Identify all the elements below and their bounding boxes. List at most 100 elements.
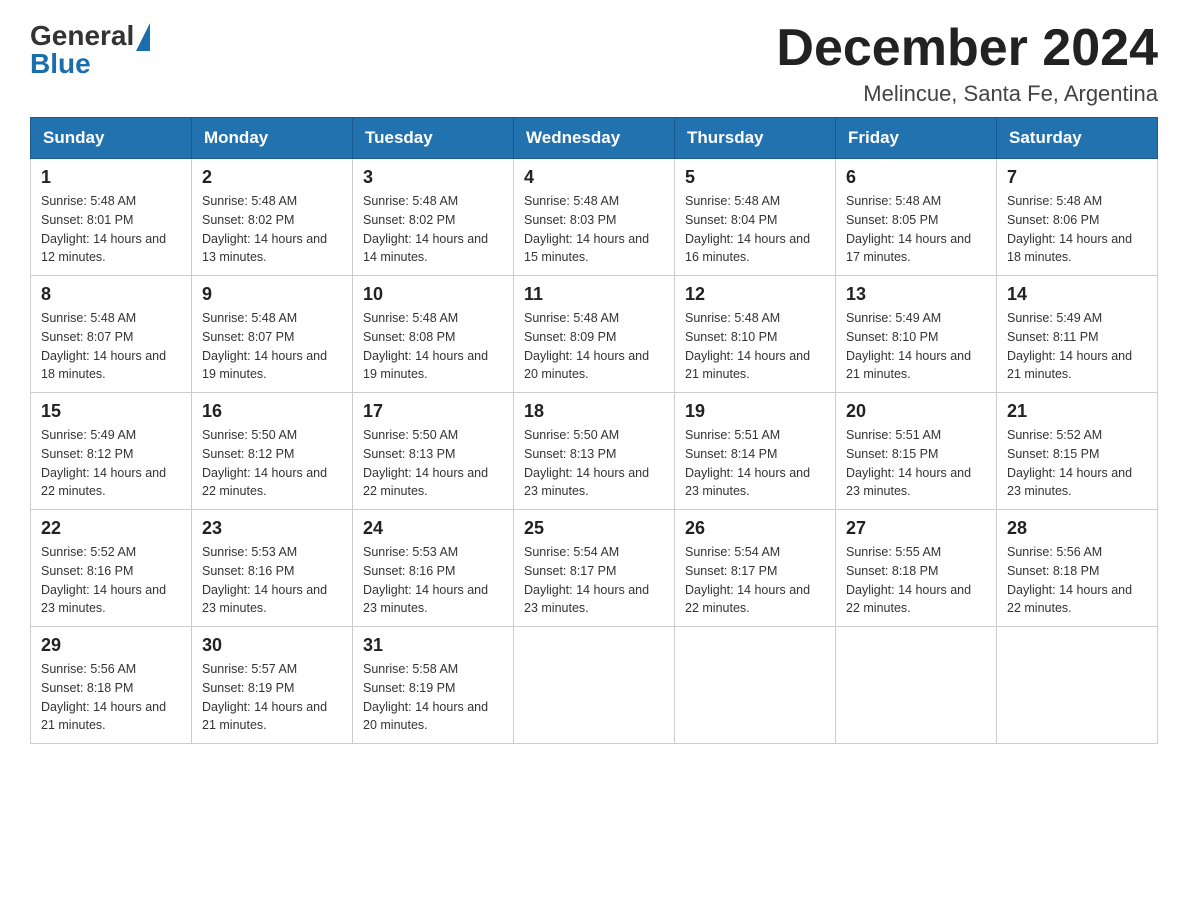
- day-number: 19: [685, 401, 825, 422]
- day-info: Sunrise: 5:48 AMSunset: 8:04 PMDaylight:…: [685, 192, 825, 267]
- day-number: 27: [846, 518, 986, 539]
- day-info: Sunrise: 5:49 AMSunset: 8:12 PMDaylight:…: [41, 426, 181, 501]
- day-number: 25: [524, 518, 664, 539]
- day-number: 15: [41, 401, 181, 422]
- day-info: Sunrise: 5:54 AMSunset: 8:17 PMDaylight:…: [524, 543, 664, 618]
- day-number: 28: [1007, 518, 1147, 539]
- day-info: Sunrise: 5:52 AMSunset: 8:15 PMDaylight:…: [1007, 426, 1147, 501]
- calendar-cell: [675, 627, 836, 744]
- day-info: Sunrise: 5:52 AMSunset: 8:16 PMDaylight:…: [41, 543, 181, 618]
- column-header-saturday: Saturday: [997, 118, 1158, 159]
- day-number: 17: [363, 401, 503, 422]
- day-info: Sunrise: 5:48 AMSunset: 8:02 PMDaylight:…: [202, 192, 342, 267]
- day-info: Sunrise: 5:53 AMSunset: 8:16 PMDaylight:…: [202, 543, 342, 618]
- day-info: Sunrise: 5:56 AMSunset: 8:18 PMDaylight:…: [41, 660, 181, 735]
- calendar-cell: 23Sunrise: 5:53 AMSunset: 8:16 PMDayligh…: [192, 510, 353, 627]
- day-number: 16: [202, 401, 342, 422]
- day-info: Sunrise: 5:49 AMSunset: 8:11 PMDaylight:…: [1007, 309, 1147, 384]
- day-info: Sunrise: 5:55 AMSunset: 8:18 PMDaylight:…: [846, 543, 986, 618]
- day-number: 24: [363, 518, 503, 539]
- calendar-cell: 25 Sunrise: 5:54 AMSunset: 8:17 PMDayligh…: [514, 510, 675, 627]
- logo-triangle-icon: [136, 23, 150, 51]
- calendar-cell: 29Sunrise: 5:56 AMSunset: 8:18 PMDayligh…: [31, 627, 192, 744]
- day-number: 13: [846, 284, 986, 305]
- column-header-sunday: Sunday: [31, 118, 192, 159]
- calendar-cell: 11 Sunrise: 5:48 AMSunset: 8:09 PMDayligh…: [514, 276, 675, 393]
- day-number: 21: [1007, 401, 1147, 422]
- day-number: 5: [685, 167, 825, 188]
- calendar-cell: 18Sunrise: 5:50 AMSunset: 8:13 PMDayligh…: [514, 393, 675, 510]
- day-number: 1: [41, 167, 181, 188]
- day-info: Sunrise: 5:50 AMSunset: 8:13 PMDaylight:…: [363, 426, 503, 501]
- calendar-cell: 10 Sunrise: 5:48 AMSunset: 8:08 PMDayligh…: [353, 276, 514, 393]
- day-info: Sunrise: 5:48 AMSunset: 8:07 PMDaylight:…: [202, 309, 342, 384]
- calendar-week-row: 22 Sunrise: 5:52 AMSunset: 8:16 PMDayligh…: [31, 510, 1158, 627]
- day-number: 11: [524, 284, 664, 305]
- calendar-cell: 19 Sunrise: 5:51 AMSunset: 8:14 PMDayligh…: [675, 393, 836, 510]
- day-number: 20: [846, 401, 986, 422]
- column-header-monday: Monday: [192, 118, 353, 159]
- day-info: Sunrise: 5:51 AMSunset: 8:14 PMDaylight:…: [685, 426, 825, 501]
- column-header-wednesday: Wednesday: [514, 118, 675, 159]
- day-info: Sunrise: 5:48 AMSunset: 8:01 PMDaylight:…: [41, 192, 181, 267]
- calendar-cell: 4 Sunrise: 5:48 AMSunset: 8:03 PMDaylight…: [514, 159, 675, 276]
- calendar-table: SundayMondayTuesdayWednesdayThursdayFrid…: [30, 117, 1158, 744]
- calendar-header-row: SundayMondayTuesdayWednesdayThursdayFrid…: [31, 118, 1158, 159]
- day-info: Sunrise: 5:58 AMSunset: 8:19 PMDaylight:…: [363, 660, 503, 735]
- calendar-cell: [514, 627, 675, 744]
- day-number: 10: [363, 284, 503, 305]
- day-number: 31: [363, 635, 503, 656]
- day-number: 6: [846, 167, 986, 188]
- day-info: Sunrise: 5:48 AMSunset: 8:07 PMDaylight:…: [41, 309, 181, 384]
- day-info: Sunrise: 5:54 AMSunset: 8:17 PMDaylight:…: [685, 543, 825, 618]
- calendar-cell: 7 Sunrise: 5:48 AMSunset: 8:06 PMDaylight…: [997, 159, 1158, 276]
- column-header-friday: Friday: [836, 118, 997, 159]
- day-number: 4: [524, 167, 664, 188]
- month-title: December 2024: [776, 20, 1158, 77]
- calendar-cell: 12 Sunrise: 5:48 AMSunset: 8:10 PMDayligh…: [675, 276, 836, 393]
- calendar-week-row: 29Sunrise: 5:56 AMSunset: 8:18 PMDayligh…: [31, 627, 1158, 744]
- day-info: Sunrise: 5:57 AMSunset: 8:19 PMDaylight:…: [202, 660, 342, 735]
- day-info: Sunrise: 5:48 AMSunset: 8:10 PMDaylight:…: [685, 309, 825, 384]
- page-header: General Blue December 2024 Melincue, San…: [30, 20, 1158, 107]
- calendar-cell: 16 Sunrise: 5:50 AMSunset: 8:12 PMDayligh…: [192, 393, 353, 510]
- calendar-cell: 22 Sunrise: 5:52 AMSunset: 8:16 PMDayligh…: [31, 510, 192, 627]
- logo-blue-text: Blue: [30, 48, 91, 80]
- day-info: Sunrise: 5:49 AMSunset: 8:10 PMDaylight:…: [846, 309, 986, 384]
- calendar-week-row: 8 Sunrise: 5:48 AMSunset: 8:07 PMDaylight…: [31, 276, 1158, 393]
- day-info: Sunrise: 5:50 AMSunset: 8:13 PMDaylight:…: [524, 426, 664, 501]
- calendar-cell: 21 Sunrise: 5:52 AMSunset: 8:15 PMDayligh…: [997, 393, 1158, 510]
- calendar-cell: 14Sunrise: 5:49 AMSunset: 8:11 PMDayligh…: [997, 276, 1158, 393]
- column-header-thursday: Thursday: [675, 118, 836, 159]
- day-info: Sunrise: 5:48 AMSunset: 8:03 PMDaylight:…: [524, 192, 664, 267]
- day-number: 3: [363, 167, 503, 188]
- calendar-cell: 6Sunrise: 5:48 AMSunset: 8:05 PMDaylight…: [836, 159, 997, 276]
- title-section: December 2024 Melincue, Santa Fe, Argent…: [776, 20, 1158, 107]
- calendar-cell: 24Sunrise: 5:53 AMSunset: 8:16 PMDayligh…: [353, 510, 514, 627]
- calendar-cell: 15 Sunrise: 5:49 AMSunset: 8:12 PMDayligh…: [31, 393, 192, 510]
- calendar-cell: 8 Sunrise: 5:48 AMSunset: 8:07 PMDaylight…: [31, 276, 192, 393]
- calendar-cell: [836, 627, 997, 744]
- calendar-cell: [997, 627, 1158, 744]
- day-number: 9: [202, 284, 342, 305]
- day-info: Sunrise: 5:48 AMSunset: 8:09 PMDaylight:…: [524, 309, 664, 384]
- day-number: 12: [685, 284, 825, 305]
- calendar-cell: 28 Sunrise: 5:56 AMSunset: 8:18 PMDayligh…: [997, 510, 1158, 627]
- day-number: 26: [685, 518, 825, 539]
- day-info: Sunrise: 5:50 AMSunset: 8:12 PMDaylight:…: [202, 426, 342, 501]
- day-number: 30: [202, 635, 342, 656]
- calendar-cell: 13 Sunrise: 5:49 AMSunset: 8:10 PMDayligh…: [836, 276, 997, 393]
- day-info: Sunrise: 5:51 AMSunset: 8:15 PMDaylight:…: [846, 426, 986, 501]
- calendar-cell: 5 Sunrise: 5:48 AMSunset: 8:04 PMDaylight…: [675, 159, 836, 276]
- day-info: Sunrise: 5:48 AMSunset: 8:06 PMDaylight:…: [1007, 192, 1147, 267]
- day-number: 8: [41, 284, 181, 305]
- calendar-cell: 26 Sunrise: 5:54 AMSunset: 8:17 PMDayligh…: [675, 510, 836, 627]
- calendar-cell: 30 Sunrise: 5:57 AMSunset: 8:19 PMDayligh…: [192, 627, 353, 744]
- calendar-week-row: 1 Sunrise: 5:48 AMSunset: 8:01 PMDaylight…: [31, 159, 1158, 276]
- day-number: 7: [1007, 167, 1147, 188]
- calendar-cell: 17 Sunrise: 5:50 AMSunset: 8:13 PMDayligh…: [353, 393, 514, 510]
- day-info: Sunrise: 5:48 AMSunset: 8:08 PMDaylight:…: [363, 309, 503, 384]
- day-info: Sunrise: 5:56 AMSunset: 8:18 PMDaylight:…: [1007, 543, 1147, 618]
- day-number: 22: [41, 518, 181, 539]
- calendar-cell: 31 Sunrise: 5:58 AMSunset: 8:19 PMDayligh…: [353, 627, 514, 744]
